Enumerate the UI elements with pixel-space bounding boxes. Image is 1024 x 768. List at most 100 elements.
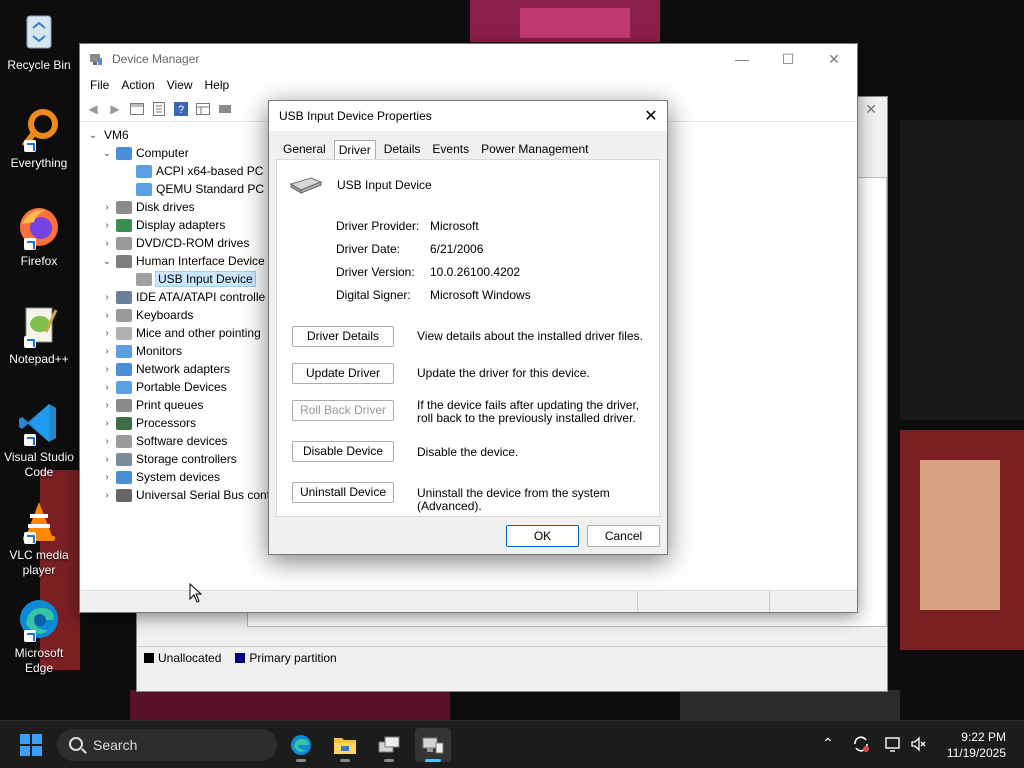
usb-input-device-icon <box>289 177 323 194</box>
menu-action[interactable]: Action <box>115 78 160 92</box>
desktop-icon-recycle-bin[interactable]: Recycle Bin <box>4 8 74 73</box>
back-arrow-icon[interactable]: ◀ <box>84 100 102 118</box>
desktop-icon-everything[interactable]: Everything <box>4 106 74 171</box>
tab-power-management[interactable]: Power Management <box>477 140 592 159</box>
desktop-icon-vscode[interactable]: Visual Studio Code <box>4 400 74 480</box>
tree-node[interactable]: › Processors <box>86 414 276 432</box>
update-driver-button[interactable]: Update Driver <box>292 363 394 384</box>
menu-view[interactable]: View <box>161 78 199 92</box>
collapse-arrow-icon[interactable]: ⌄ <box>100 148 114 159</box>
expand-arrow-icon[interactable]: › <box>100 382 114 393</box>
tree-node[interactable]: › Network adapters <box>86 360 276 378</box>
collapse-arrow-icon[interactable]: ⌄ <box>86 130 100 141</box>
show-hide-console-tree-icon[interactable] <box>128 100 146 118</box>
device-manager-titlebar[interactable]: Device Manager — ☐ ✕ <box>80 44 857 74</box>
expand-arrow-icon[interactable]: › <box>100 238 114 249</box>
expand-arrow-icon[interactable]: › <box>100 202 114 213</box>
expand-arrow-icon[interactable]: › <box>100 454 114 465</box>
expand-arrow-icon[interactable]: › <box>100 364 114 375</box>
clock[interactable]: 9:22 PM 11/19/2025 <box>947 729 1006 761</box>
expand-arrow-icon[interactable]: › <box>100 490 114 501</box>
running-indicator <box>296 759 306 762</box>
tree-node[interactable]: ACPI x64-based PC <box>86 162 276 180</box>
tree-node[interactable]: › DVD/CD-ROM drives <box>86 234 276 252</box>
forward-arrow-icon[interactable]: ▶ <box>106 100 124 118</box>
taskbar-app-edge[interactable] <box>283 728 319 762</box>
ok-button[interactable]: OK <box>506 525 579 547</box>
properties-icon[interactable] <box>150 100 168 118</box>
tree-node[interactable]: › Storage controllers <box>86 450 276 468</box>
roll-back-driver-button[interactable]: Roll Back Driver <box>292 400 394 421</box>
tree-node[interactable]: › Display adapters <box>86 216 276 234</box>
desktop-icon-edge[interactable]: Microsoft Edge <box>4 596 74 676</box>
search-icon <box>69 737 83 751</box>
cancel-button[interactable]: Cancel <box>587 525 660 547</box>
tree-node[interactable]: › Keyboards <box>86 306 276 324</box>
tab-events[interactable]: Events <box>428 140 473 159</box>
expand-arrow-icon[interactable]: › <box>100 418 114 429</box>
expand-arrow-icon[interactable]: › <box>100 400 114 411</box>
expand-arrow-icon[interactable]: › <box>100 292 114 303</box>
expand-arrow-icon[interactable]: › <box>100 436 114 447</box>
view-icon[interactable] <box>194 100 212 118</box>
tree-node-label: Mice and other pointing <box>136 326 261 340</box>
disk-window-close-icon[interactable]: ✕ <box>865 101 877 118</box>
expand-arrow-icon[interactable]: › <box>100 220 114 231</box>
maximize-button[interactable]: ☐ <box>765 44 811 74</box>
tree-node[interactable]: › System devices <box>86 468 276 486</box>
tree-node[interactable]: ⌄ Human Interface Device <box>86 252 276 270</box>
close-button[interactable]: ✕ <box>811 44 857 74</box>
tree-root[interactable]: ⌄ VM6 <box>86 126 276 144</box>
minimize-button[interactable]: — <box>719 44 765 74</box>
update-icon[interactable] <box>852 735 870 756</box>
desktop-icon-label: Notepad++ <box>9 352 69 366</box>
desktop-icon-vlc[interactable]: VLC media player <box>4 498 74 578</box>
tree-node[interactable]: › Mice and other pointing <box>86 324 276 342</box>
taskbar-app-file-explorer[interactable] <box>327 728 363 762</box>
tree-node[interactable]: › Monitors <box>86 342 276 360</box>
taskbar-app-network[interactable] <box>371 728 407 762</box>
uninstall-device-button[interactable]: Uninstall Device <box>292 482 394 503</box>
help-icon[interactable]: ? <box>172 100 190 118</box>
tree-node[interactable]: › Print queues <box>86 396 276 414</box>
tree-node[interactable]: › Universal Serial Bus cont <box>86 486 276 504</box>
scan-hardware-icon[interactable] <box>216 100 234 118</box>
display-icon[interactable] <box>884 735 902 756</box>
menu-file[interactable]: File <box>84 78 115 92</box>
printer-icon <box>116 398 132 412</box>
tree-node[interactable]: USB Input Device <box>86 270 276 288</box>
menu-help[interactable]: Help <box>199 78 236 92</box>
dialog-titlebar[interactable]: USB Input Device Properties ✕ <box>269 101 667 131</box>
taskbar-search[interactable]: Search <box>57 729 277 761</box>
tree-node[interactable]: › Portable Devices <box>86 378 276 396</box>
desktop-icon-label: Firefox <box>20 254 58 268</box>
chevron-up-icon[interactable]: ⌃ <box>822 735 834 752</box>
disable-device-button[interactable]: Disable Device <box>292 441 394 462</box>
desktop-icon-notepadpp[interactable]: Notepad++ <box>4 302 74 367</box>
tree-node[interactable]: QEMU Standard PC ( <box>86 180 276 198</box>
tree-node-label: Universal Serial Bus cont <box>136 488 271 502</box>
tree-node[interactable]: ⌄ Computer <box>86 144 276 162</box>
expand-arrow-icon[interactable]: › <box>100 310 114 321</box>
menu-bar: File Action View Help <box>80 74 857 96</box>
volume-muted-icon[interactable] <box>910 735 928 756</box>
taskbar-app-device-manager[interactable] <box>415 728 451 762</box>
dialog-close-button[interactable]: ✕ <box>635 101 667 131</box>
tab-driver[interactable]: Driver <box>333 140 376 159</box>
desktop-icon-firefox[interactable]: Firefox <box>4 204 74 269</box>
tree-node[interactable]: › IDE ATA/ATAPI controlle <box>86 288 276 306</box>
tree-node[interactable]: › Disk drives <box>86 198 276 216</box>
tree-node[interactable]: › Software devices <box>86 432 276 450</box>
tab-details[interactable]: Details <box>380 140 425 159</box>
expand-arrow-icon[interactable]: › <box>100 346 114 357</box>
properties-dialog[interactable]: USB Input Device Properties ✕ General Dr… <box>268 100 668 555</box>
driver-details-button[interactable]: Driver Details <box>292 326 394 347</box>
collapse-arrow-icon[interactable]: ⌄ <box>100 256 114 267</box>
start-button[interactable] <box>20 734 42 756</box>
expand-arrow-icon[interactable]: › <box>100 472 114 483</box>
tab-general[interactable]: General <box>279 140 330 159</box>
device-manager-icon <box>90 54 102 65</box>
expand-arrow-icon[interactable]: › <box>100 328 114 339</box>
disk-legend: Unallocated Primary partition <box>138 646 886 668</box>
usb-controller-icon <box>116 488 132 502</box>
